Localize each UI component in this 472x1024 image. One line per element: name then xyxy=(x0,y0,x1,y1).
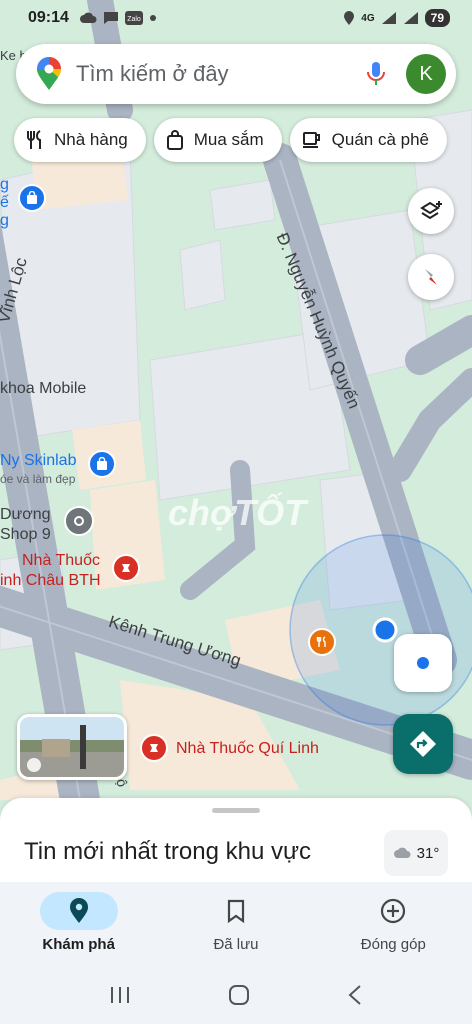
signal-icon xyxy=(403,12,418,24)
bookmark-icon xyxy=(227,899,245,923)
nav-contribute[interactable]: Đóng góp xyxy=(315,882,472,966)
chip-coffee[interactable]: Quán cà phê xyxy=(289,118,448,162)
plus-circle-icon xyxy=(381,898,406,924)
shopping-marker-icon[interactable] xyxy=(18,184,46,212)
weather-badge[interactable]: 31° xyxy=(384,830,448,876)
directions-button[interactable] xyxy=(393,714,453,774)
dot-icon xyxy=(149,15,156,21)
coffee-icon xyxy=(302,132,320,148)
poi-label-mobile: khoa Mobile xyxy=(0,380,87,397)
sheet-title: Tin mới nhất trong khu vực xyxy=(24,838,312,865)
place-marker-icon[interactable] xyxy=(64,506,94,536)
microphone-icon[interactable] xyxy=(362,59,390,89)
status-bar: 09:14 Zalo 4G 79 xyxy=(0,0,472,36)
pharmacy-marker-icon[interactable] xyxy=(112,554,140,582)
compass-icon xyxy=(425,269,437,285)
poi-label-duong: Dương xyxy=(0,506,51,523)
restaurant-marker-icon[interactable] xyxy=(308,628,336,656)
poi-label-pharmacy-1-line2: inh Châu BTH xyxy=(0,572,101,589)
status-time: 09:14 xyxy=(28,9,69,26)
nav-label: Đã lưu xyxy=(213,936,259,953)
map-label-fragment: ế xyxy=(0,194,9,211)
google-maps-pin-icon xyxy=(37,57,61,90)
compass-button[interactable] xyxy=(408,254,454,300)
chip-label: Nhà hàng xyxy=(54,130,128,149)
chip-label: Mua sắm xyxy=(193,130,264,149)
search-bar[interactable]: Tìm kiếm ở đây K xyxy=(16,44,456,104)
sheet-drag-handle[interactable] xyxy=(212,808,260,813)
poi-label-skinlab: Ny Skinlab xyxy=(0,452,77,469)
shopping-icon xyxy=(166,130,183,150)
signal-icon xyxy=(381,12,396,24)
back-icon[interactable] xyxy=(347,984,363,1006)
temperature: 31° xyxy=(416,844,440,862)
cloud-icon xyxy=(79,12,97,23)
bottom-navigation: Khám phá Đã lưu Đóng góp xyxy=(0,882,472,966)
account-avatar[interactable]: K xyxy=(406,54,446,94)
chip-shopping[interactable]: Mua sắm xyxy=(153,118,282,162)
chip-label: Quán cà phê xyxy=(331,130,430,149)
layers-icon xyxy=(420,201,442,220)
my-location-icon xyxy=(417,657,429,669)
system-navigation-bar xyxy=(0,966,472,1024)
map-label-fragment: g xyxy=(0,176,9,193)
street-view-thumbnail[interactable] xyxy=(17,714,127,780)
pharmacy-marker-icon[interactable] xyxy=(140,734,168,762)
poi-label-shop9: Shop 9 xyxy=(0,526,51,543)
watermark: chợTỐT xyxy=(168,492,307,533)
nav-saved[interactable]: Đã lưu xyxy=(157,882,314,966)
location-icon xyxy=(344,11,355,25)
battery-icon: 79 xyxy=(424,9,450,27)
zalo-icon: Zalo xyxy=(124,11,143,25)
nav-label: Khám phá xyxy=(42,936,115,953)
map-label-fragment: g xyxy=(0,212,9,229)
chip-restaurants[interactable]: Nhà hàng xyxy=(14,118,146,162)
network-type: 4G xyxy=(361,12,375,24)
directions-icon xyxy=(410,731,436,757)
cloud-icon xyxy=(393,847,411,858)
restaurant-icon xyxy=(27,130,41,149)
poi-label-pharmacy-1: Nhà Thuốc xyxy=(22,552,100,569)
recents-icon[interactable] xyxy=(109,985,131,1005)
nav-explore[interactable]: Khám phá xyxy=(0,882,157,966)
location-pin-icon xyxy=(69,898,88,923)
message-icon xyxy=(103,12,118,24)
skinlab-marker-icon[interactable] xyxy=(88,450,116,478)
layers-button[interactable] xyxy=(408,188,454,234)
poi-label-pharmacy-2: Nhà Thuốc Quí Linh xyxy=(176,740,319,757)
home-icon[interactable] xyxy=(228,984,250,1006)
my-location-button[interactable] xyxy=(394,634,452,692)
search-input[interactable]: Tìm kiếm ở đây xyxy=(76,61,362,87)
poi-sublabel-skinlab: óe và làm đẹp xyxy=(0,472,76,486)
category-chips: Nhà hàng Mua sắm Quán cà phê xyxy=(14,118,448,162)
nav-label: Đóng góp xyxy=(360,936,426,953)
svg-text:Zalo: Zalo xyxy=(127,16,141,23)
